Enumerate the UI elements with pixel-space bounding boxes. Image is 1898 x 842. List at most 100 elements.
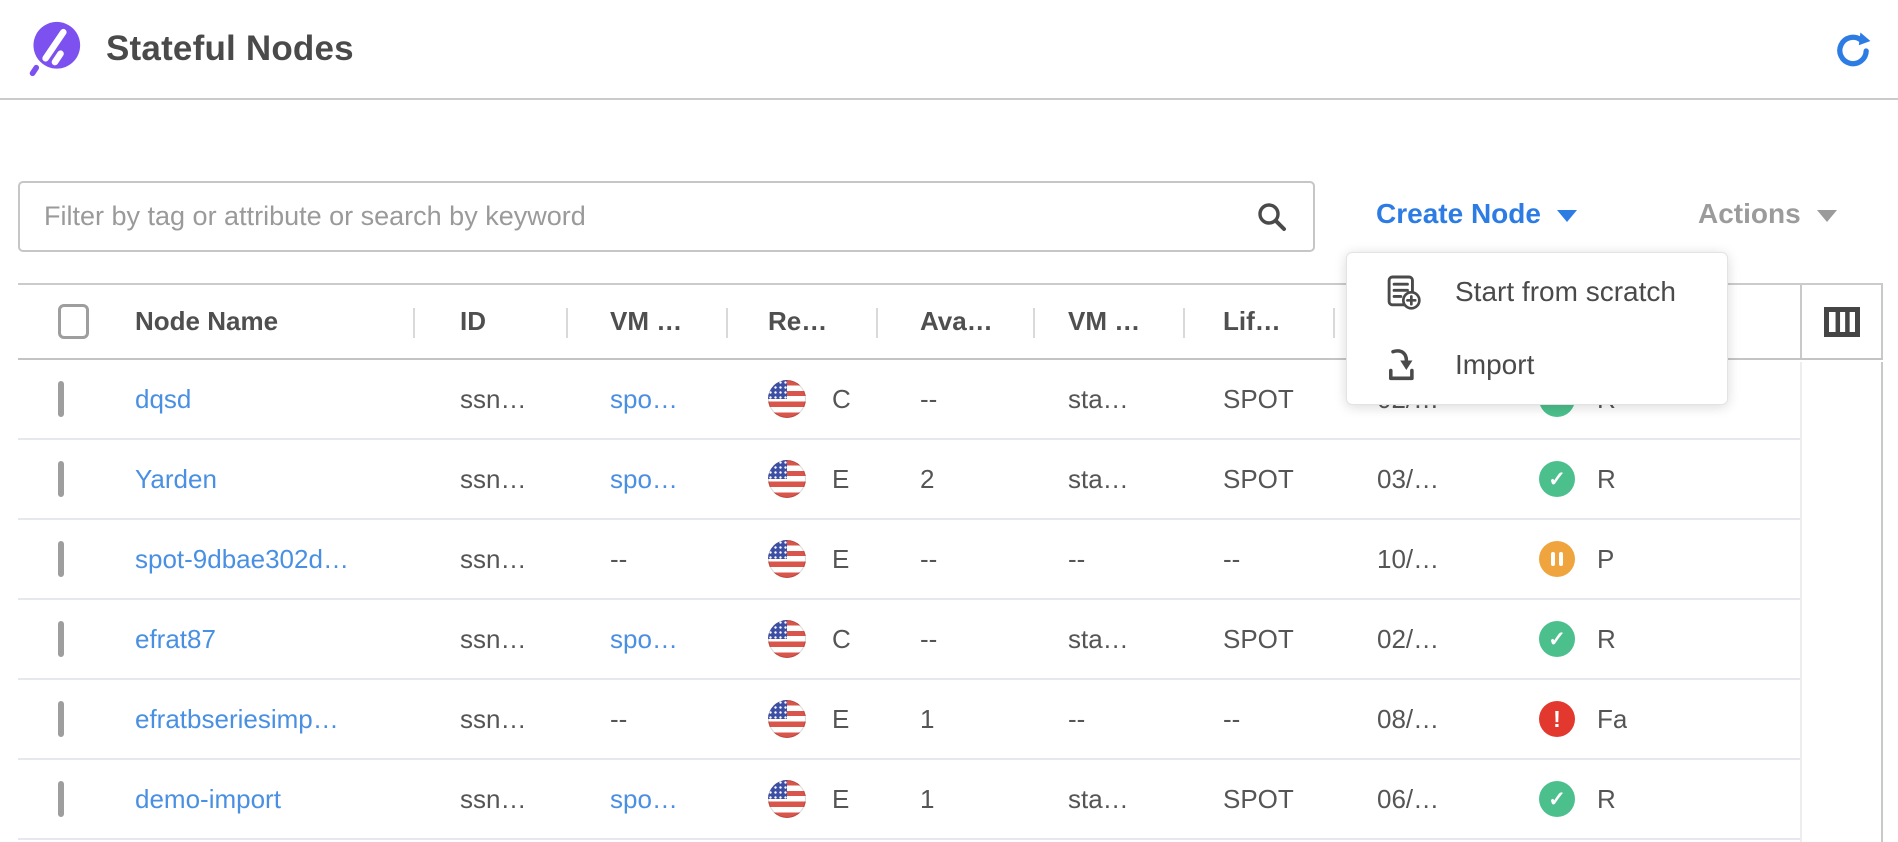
node-id: ssn…: [415, 704, 568, 735]
vm-name-link[interactable]: spo…: [610, 784, 678, 814]
column-picker-gutter: [1800, 362, 1883, 842]
row-checkbox[interactable]: [58, 621, 64, 657]
note-add-icon: [1383, 272, 1423, 312]
region-cell: C: [728, 380, 878, 418]
node-name-link[interactable]: demo-import: [135, 784, 281, 814]
row-checkbox[interactable]: [58, 461, 64, 497]
column-header-vm[interactable]: VM …: [568, 285, 728, 358]
node-name-link[interactable]: efrat87: [135, 624, 216, 654]
row-checkbox[interactable]: [58, 381, 64, 417]
status-cell: R: [1535, 781, 1800, 817]
vm-size: sta…: [1035, 784, 1185, 815]
filter-bar: [18, 181, 1315, 252]
status-icon: [1539, 701, 1575, 737]
node-name-link[interactable]: efratbseriesimp…: [135, 704, 339, 734]
column-picker-button[interactable]: [1800, 285, 1883, 358]
table-body: dqsd ssn… spo… C -- sta… SPOT 02/… R Yar…: [18, 360, 1883, 840]
vm-name-link[interactable]: spo…: [610, 384, 678, 414]
node-id: ssn…: [415, 544, 568, 575]
actions-button[interactable]: Actions: [1698, 198, 1837, 230]
region-letter: C: [832, 384, 851, 415]
status-cell: R: [1535, 621, 1800, 657]
search-icon[interactable]: [1255, 200, 1289, 234]
filter-input[interactable]: [18, 181, 1315, 252]
status-label: R: [1597, 784, 1616, 815]
node-name-link[interactable]: spot-9dbae302d…: [135, 544, 349, 574]
availability-zones: 1: [878, 784, 1035, 815]
created-at: 10/…: [1335, 544, 1535, 575]
app-header: Stateful Nodes: [0, 0, 1898, 100]
us-flag-icon: [768, 620, 806, 658]
region-letter: E: [832, 464, 849, 495]
menu-item-start-from-scratch[interactable]: Start from scratch: [1347, 256, 1727, 329]
us-flag-icon: [768, 700, 806, 738]
created-at: 06/…: [1335, 784, 1535, 815]
region-cell: E: [728, 540, 878, 578]
column-header-lifecycle[interactable]: Lif…: [1185, 285, 1335, 358]
column-header-id[interactable]: ID: [415, 285, 568, 358]
region-letter: E: [832, 704, 849, 735]
us-flag-icon: [768, 540, 806, 578]
table-row: efrat87 ssn… spo… C -- sta… SPOT 02/… R: [18, 600, 1800, 680]
status-cell: R: [1535, 461, 1800, 497]
create-node-menu: Start from scratch Import: [1346, 252, 1728, 405]
created-at: 02/…: [1335, 624, 1535, 655]
table-row: Yarden ssn… spo… E 2 sta… SPOT 03/… R: [18, 440, 1800, 520]
us-flag-icon: [768, 780, 806, 818]
availability-zones: --: [878, 544, 1035, 575]
availability-zones: 2: [878, 464, 1035, 495]
created-at: 03/…: [1335, 464, 1535, 495]
column-header-vm-size[interactable]: VM …: [1035, 285, 1185, 358]
vm-name-link[interactable]: spo…: [610, 624, 678, 654]
lifecycle: SPOT: [1185, 464, 1335, 495]
table-row: efratbseriesimp… ssn… -- E 1 -- -- 08/… …: [18, 680, 1800, 760]
app-logo-icon: [26, 20, 82, 78]
us-flag-icon: [768, 460, 806, 498]
status-label: R: [1597, 464, 1616, 495]
row-checkbox[interactable]: [58, 701, 64, 737]
chevron-down-icon: [1557, 210, 1577, 222]
column-header-availability[interactable]: Ava…: [878, 285, 1035, 358]
menu-item-label: Start from scratch: [1455, 276, 1676, 308]
status-icon: [1539, 541, 1575, 577]
node-id: ssn…: [415, 464, 568, 495]
vm-name-link[interactable]: spo…: [610, 464, 678, 494]
table-row: demo-import ssn… spo… E 1 sta… SPOT 06/……: [18, 760, 1800, 840]
vm-name-link: --: [610, 704, 627, 734]
status-cell: Fa: [1535, 701, 1800, 737]
lifecycle: SPOT: [1185, 784, 1335, 815]
row-checkbox[interactable]: [58, 541, 64, 577]
page-title: Stateful Nodes: [106, 29, 354, 69]
select-all-checkbox[interactable]: [58, 304, 89, 339]
region-letter: E: [832, 784, 849, 815]
status-icon: [1539, 781, 1575, 817]
status-label: R: [1597, 624, 1616, 655]
availability-zones: 1: [878, 704, 1035, 735]
vm-name-link: --: [610, 544, 627, 574]
column-header-node-name[interactable]: Node Name: [110, 285, 415, 358]
menu-item-import[interactable]: Import: [1347, 329, 1727, 402]
node-id: ssn…: [415, 624, 568, 655]
import-icon: [1383, 345, 1423, 385]
vm-size: --: [1035, 544, 1185, 575]
created-at: 08/…: [1335, 704, 1535, 735]
node-name-link[interactable]: Yarden: [135, 464, 217, 494]
create-node-button[interactable]: Create Node: [1376, 198, 1577, 230]
region-cell: E: [728, 780, 878, 818]
lifecycle: --: [1185, 704, 1335, 735]
create-node-label: Create Node: [1376, 198, 1541, 230]
availability-zones: --: [878, 384, 1035, 415]
menu-item-label: Import: [1455, 349, 1534, 381]
lifecycle: --: [1185, 544, 1335, 575]
region-cell: C: [728, 620, 878, 658]
status-cell: P: [1535, 541, 1800, 577]
refresh-button[interactable]: [1834, 32, 1872, 70]
vm-size: sta…: [1035, 624, 1185, 655]
actions-label: Actions: [1698, 198, 1801, 230]
table-row: spot-9dbae302d… ssn… -- E -- -- -- 10/… …: [18, 520, 1800, 600]
row-checkbox[interactable]: [58, 781, 64, 817]
column-header-region[interactable]: Re…: [728, 285, 878, 358]
status-icon: [1539, 461, 1575, 497]
node-name-link[interactable]: dqsd: [135, 384, 191, 414]
region-cell: E: [728, 700, 878, 738]
